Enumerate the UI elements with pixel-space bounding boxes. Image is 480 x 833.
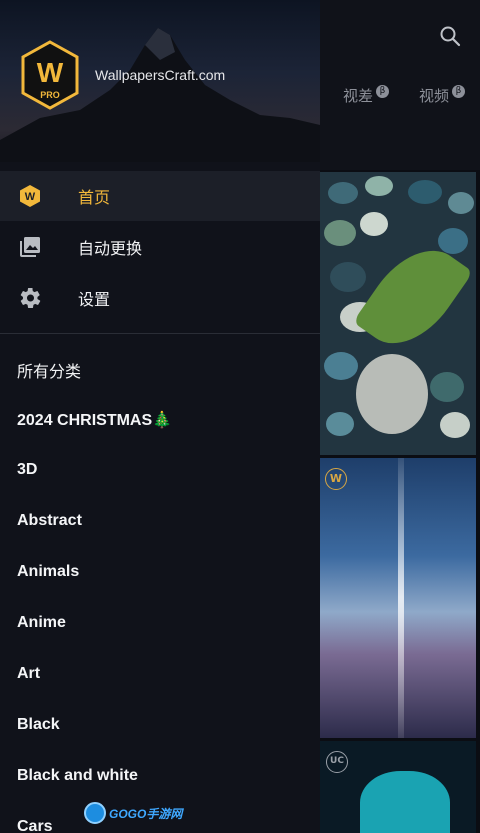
menu-item-settings[interactable]: 设置 [0, 273, 320, 323]
image-stack-icon [20, 237, 40, 257]
svg-text:W: W [25, 191, 36, 203]
navigation-drawer: W PRO WallpapersCraft.com W 首页 自动更换 设置 所… [0, 0, 320, 833]
wallpaper-tile[interactable] [320, 172, 476, 455]
gear-icon [20, 288, 41, 308]
category-item[interactable]: Art [17, 665, 40, 683]
category-item[interactable]: 3D [17, 461, 37, 479]
category-item[interactable]: Animals [17, 563, 79, 581]
menu-item-label: 首页 [78, 188, 111, 207]
wallpapers-pro-logo: W PRO [21, 40, 79, 110]
wallpapers-logo-icon: W [20, 185, 40, 207]
category-item[interactable]: Cars [17, 818, 53, 833]
menu-item-auto-change[interactable]: 自动更换 [0, 222, 320, 272]
tab-video[interactable]: 视频 β [419, 85, 466, 106]
categories-title: 所有分类 [17, 362, 82, 381]
category-item[interactable]: Black and white [17, 767, 138, 785]
wallpaper-tile[interactable]: W [320, 458, 476, 738]
menu-item-home[interactable]: W 首页 [0, 171, 320, 221]
drawer-header: W PRO WallpapersCraft.com [0, 0, 320, 162]
tab-parallax[interactable]: 视差 β [343, 85, 390, 106]
category-item[interactable]: 2024 CHRISTMAS🎄 [17, 410, 172, 430]
category-item[interactable]: Anime [17, 614, 66, 632]
divider [0, 333, 320, 334]
menu-item-label: 设置 [78, 290, 111, 309]
search-icon[interactable] [438, 24, 462, 48]
svg-text:W: W [37, 57, 64, 88]
watermark-logo-icon [84, 802, 106, 824]
menu-item-label: 自动更换 [78, 239, 143, 258]
svg-text:PRO: PRO [40, 90, 60, 100]
category-item[interactable]: Abstract [17, 512, 82, 530]
watermark-text: GOGO手游网 [109, 806, 183, 821]
site-name: WallpapersCraft.com [95, 67, 226, 83]
watermark: GOGO手游网 [84, 801, 182, 825]
category-item[interactable]: Black [17, 716, 60, 734]
wallpapers-logo-icon: W [325, 468, 347, 490]
wallpaper-tile[interactable]: UC [320, 741, 476, 833]
uc-badge-icon: UC [326, 751, 348, 773]
